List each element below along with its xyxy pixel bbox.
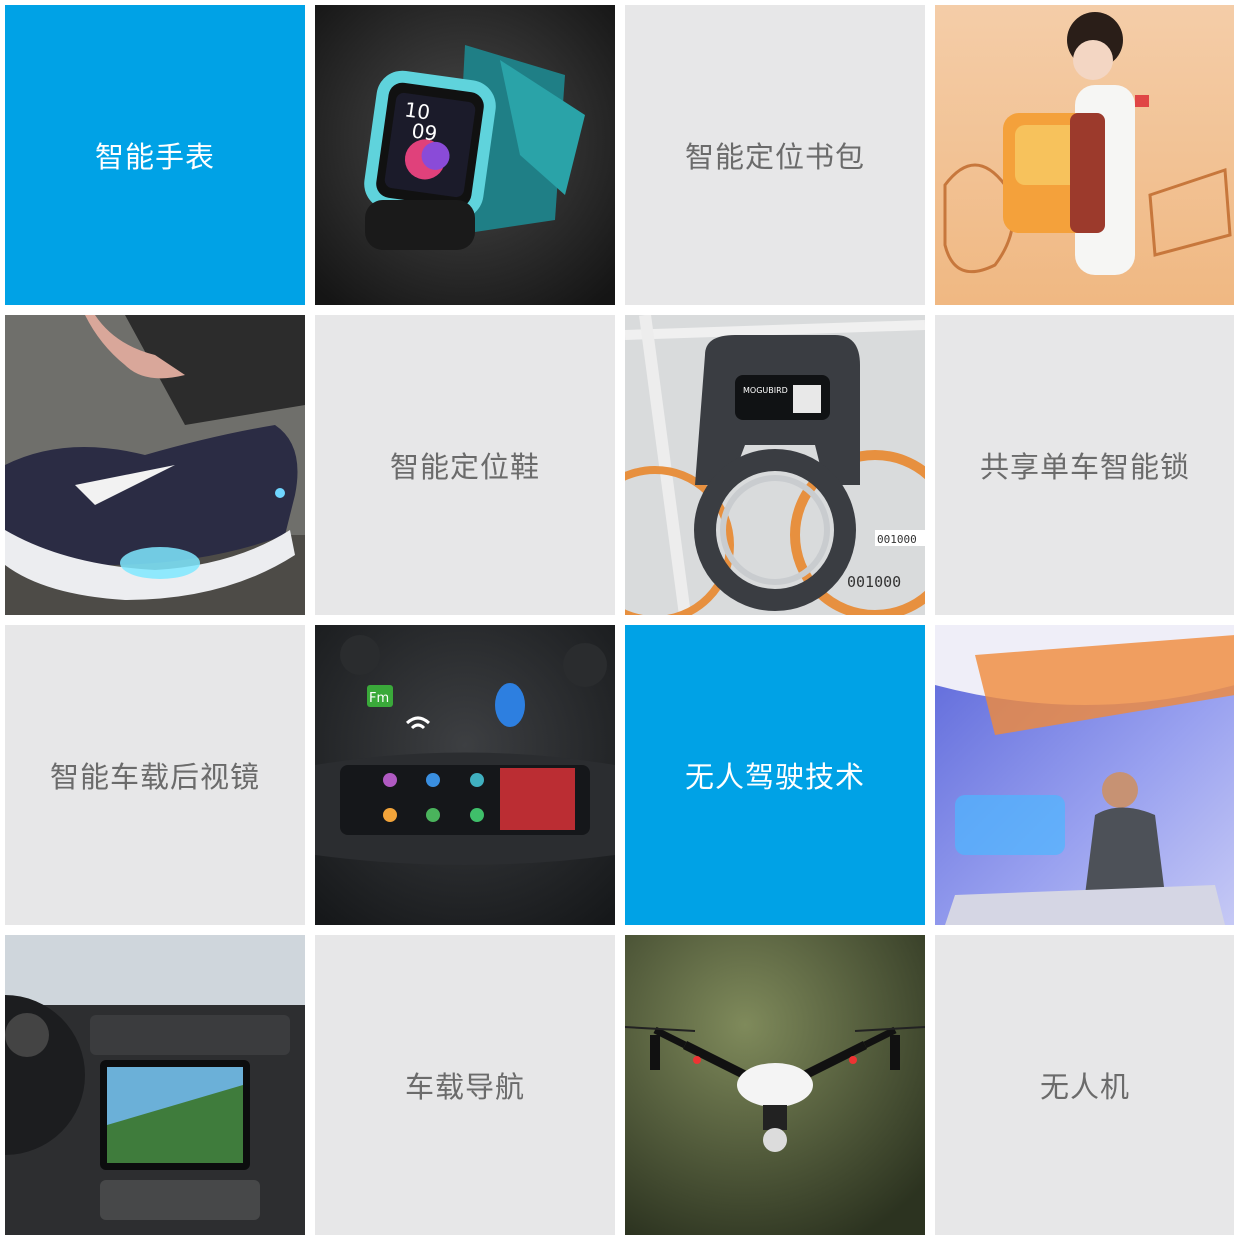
product-grid: 智能手表 10 09 智能定位书包 智能定位鞋 MOGUBIRD 001000 … <box>0 0 1234 1235</box>
smart-watch-photo: 10 09 <box>315 5 615 305</box>
tile-autonomous-driving-label[interactable]: 无人驾驶技术 <box>625 625 925 925</box>
tile-label: 智能车载后视镜 <box>49 760 260 794</box>
tile-label: 智能定位书包 <box>684 140 865 174</box>
tile-car-navigation-label[interactable]: 车载导航 <box>315 935 615 1235</box>
lock-serial-1: 001000 <box>877 533 917 546</box>
drone-photo <box>625 935 925 1235</box>
tile-label: 无人驾驶技术 <box>684 760 865 794</box>
school-bag-photo <box>935 5 1234 305</box>
tile-drone-label[interactable]: 无人机 <box>935 935 1234 1235</box>
smart-shoe-photo <box>5 315 305 615</box>
tile-rearview-mirror-label[interactable]: 智能车载后视镜 <box>5 625 305 925</box>
lock-brand-text: MOGUBIRD <box>743 386 788 395</box>
tile-smart-watch-label[interactable]: 智能手表 <box>5 5 305 305</box>
tile-smart-school-bag-label[interactable]: 智能定位书包 <box>625 5 925 305</box>
watch-minutes-text: 09 <box>410 118 439 145</box>
tile-label: 共享单车智能锁 <box>979 450 1190 484</box>
tile-label: 智能定位鞋 <box>389 450 540 484</box>
car-navigation-photo <box>5 935 305 1235</box>
tile-label: 车载导航 <box>404 1070 525 1104</box>
lock-serial-2: 001000 <box>847 573 901 591</box>
autonomous-car-photo <box>935 625 1234 925</box>
tile-bike-lock-label[interactable]: 共享单车智能锁 <box>935 315 1234 615</box>
tile-smart-shoe-label[interactable]: 智能定位鞋 <box>315 315 615 615</box>
tile-label: 无人机 <box>1039 1070 1130 1104</box>
mirror-fm-text: Fm <box>369 691 389 706</box>
tile-label: 智能手表 <box>94 140 215 174</box>
bike-lock-photo: MOGUBIRD 001000 001000 <box>625 315 925 615</box>
rearview-mirror-photo: Fm <box>315 625 615 925</box>
